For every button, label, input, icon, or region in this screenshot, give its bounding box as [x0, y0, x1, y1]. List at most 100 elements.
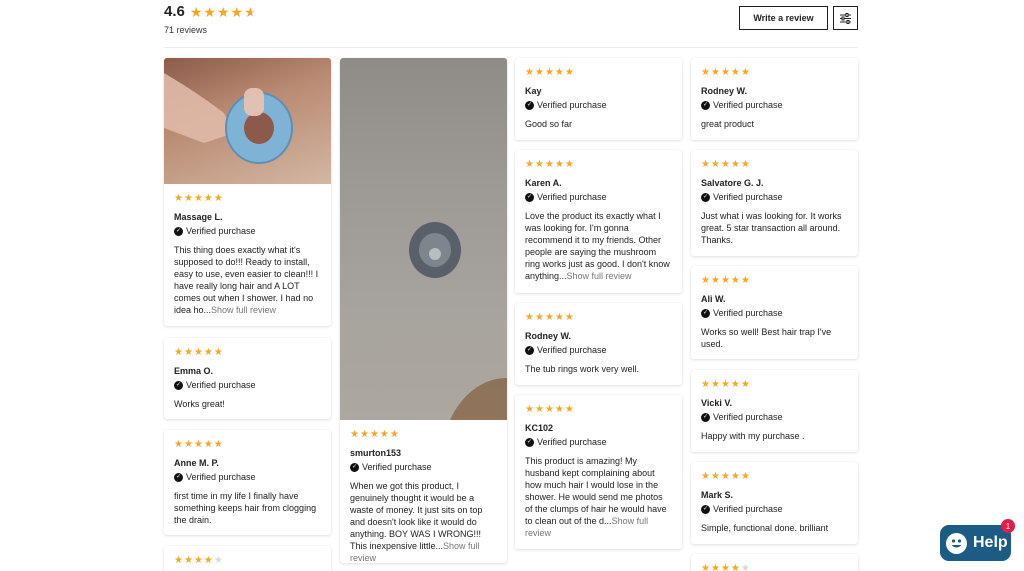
review-text: Works so well! Best hair trap I've used. — [701, 327, 832, 349]
review-text: Love the product its exactly what I was … — [525, 211, 670, 281]
verified-badge: ✓ Verified purchase — [701, 504, 783, 514]
review-stars: ★ ★ ★ ★ ★ — [701, 159, 750, 170]
reviewer-name: Emma O. — [174, 366, 214, 376]
check-icon: ✓ — [174, 380, 183, 390]
review-stars: ★ ★ ★ ★ ★ — [525, 404, 574, 415]
filter-button[interactable] — [833, 6, 858, 30]
reviewer-name: Kay — [525, 86, 542, 96]
review-stars: ★ ★ ★ ★ ★ — [174, 439, 223, 450]
reviewer-name: Salvatore G. J. — [701, 178, 764, 188]
review-stars: ★ ★ ★ ★ ★ — [350, 429, 399, 440]
verified-badge: ✓ Verified purchase — [350, 462, 432, 472]
review-text: When we got this product, I genuinely th… — [350, 481, 483, 563]
review-card[interactable]: ★ ★ ★ ★ ★ Vicki V. ✓ Verified purchase Happy … — [691, 370, 858, 452]
check-icon: ✓ — [174, 226, 183, 236]
check-icon: ✓ — [525, 437, 534, 447]
review-text: great product — [701, 119, 755, 129]
review-stars: ★ ★ ★ ★ ★ — [174, 193, 223, 204]
review-card[interactable]: ★ ★ ★ ★ ★ Karen A. ✓ Verified purchase Love t… — [515, 150, 682, 293]
rating-summary: 4.6 ★ ★ ★ ★ ★ 71 reviews — [164, 3, 257, 35]
sliders-icon — [840, 12, 851, 24]
reviewer-name: Ali W. — [701, 294, 726, 304]
review-card[interactable]: ★ ★ ★ ★ ★ Rodney W. ✓ Verified purchase The t… — [515, 303, 682, 385]
star-icon: ★ — [216, 3, 230, 20]
average-rating: 4.6 — [164, 3, 185, 20]
show-full-review-link[interactable]: Show full review — [211, 305, 276, 315]
show-full-review-link[interactable]: Show full review — [567, 271, 632, 281]
verified-badge: ✓ Verified purchase — [701, 192, 783, 202]
review-text: Just what i was looking for. It works gr… — [701, 211, 842, 245]
review-card[interactable]: ★ ★ ★ ★ ★ Mark S. ✓ Verified purchase Simple,… — [691, 462, 858, 544]
verified-badge: ✓ Verified purchase — [525, 345, 607, 355]
review-text: Good so far — [525, 119, 573, 129]
smiley-icon — [946, 532, 967, 554]
review-stars: ★ ★ ★ ★ ★ — [525, 312, 574, 323]
notification-badge: 1 — [1001, 519, 1015, 533]
reviewer-name: Anne M. P. — [174, 458, 219, 468]
reviewer-name: Rodney W. — [525, 331, 572, 341]
review-card[interactable]: ★ ★ ★ ★ ★ Kay ✓ Verified purchase Good so far — [515, 58, 682, 140]
review-text: Happy with my purchase . — [701, 431, 805, 441]
verified-badge: ✓ Verified purchase — [525, 437, 607, 447]
reviewer-name: Mark S. — [701, 490, 734, 500]
review-stars: ★ ★ ★ ★ ★ — [701, 67, 750, 78]
check-icon: ✓ — [525, 100, 534, 110]
star-icon: ★ — [230, 3, 244, 20]
verified-badge: ✓ Verified purchase — [701, 100, 783, 110]
check-icon: ✓ — [701, 100, 710, 110]
review-text: This thing does exactly what it's suppos… — [174, 245, 319, 315]
review-stars: ★ ★ ★ ★ ★ — [701, 471, 750, 482]
verified-badge: ✓ Verified purchase — [525, 192, 607, 202]
divider — [164, 47, 858, 48]
review-text: This product is amazing! My husband kept… — [525, 456, 667, 538]
reviewer-name: KC102 — [525, 423, 554, 433]
review-card[interactable]: ★ ★ ★ ★ ★ Massage L. ✓ Verified purchase Thi… — [164, 58, 331, 326]
verified-badge: ✓ Verified purchase — [174, 226, 256, 236]
review-stars: ★ ★ ★ ★ ★ — [525, 67, 574, 78]
check-icon: ✓ — [525, 345, 534, 355]
check-icon: ✓ — [701, 308, 710, 318]
review-card[interactable]: ★ ★ ★ ★ ★ Salvatore G. J. ✓ Verified purchase… — [691, 150, 858, 256]
review-text: Simple, functional done. brilliant — [701, 523, 829, 533]
reviewer-name: Massage L. — [174, 212, 223, 222]
review-card[interactable]: ★ ★ ★ ★ ★ Emma O. ✓ Verified purchase Works g… — [164, 338, 331, 419]
review-card[interactable]: ★ ★ ★ ★ ★ — [691, 554, 858, 571]
reviewer-name: Karen A. — [525, 178, 562, 188]
review-card[interactable]: ★ ★ ★ ★ ★ KC102 ✓ Verified purchase This prod… — [515, 395, 682, 549]
half-star-icon: ★ — [244, 3, 257, 20]
review-photo[interactable] — [164, 58, 331, 184]
verified-badge: ✓ Verified purchase — [174, 380, 256, 390]
verified-badge: ✓ Verified purchase — [701, 412, 783, 422]
check-icon: ✓ — [701, 412, 710, 422]
review-card[interactable]: ★ ★ ★ ★ ★ Ali W. ✓ Verified purchase Works so… — [691, 266, 858, 359]
help-label: Help — [973, 534, 1008, 551]
review-card[interactable]: ★ ★ ★ ★ ★ smurton153 ✓ Verified purchase When… — [340, 58, 507, 563]
star-icon: ★ — [189, 3, 203, 20]
review-stars: ★ ★ ★ ★ ★ — [701, 275, 750, 286]
check-icon: ✓ — [701, 504, 710, 514]
help-button[interactable]: Help — [940, 525, 1011, 561]
verified-badge: ✓ Verified purchase — [701, 308, 783, 318]
reviewer-name: Rodney W. — [701, 86, 748, 96]
star-icon: ★ — [203, 3, 216, 20]
review-card[interactable]: ★ ★ ★ ★ ★ — [164, 546, 331, 571]
review-text: The tub rings work very well. — [525, 364, 640, 374]
average-stars: ★ ★ ★ ★ ★ — [190, 5, 257, 19]
check-icon: ✓ — [701, 192, 710, 202]
check-icon: ✓ — [525, 192, 534, 202]
check-icon: ✓ — [350, 462, 359, 472]
check-icon: ✓ — [174, 472, 183, 482]
reviewer-name: Vicki V. — [701, 398, 733, 408]
review-card[interactable]: ★ ★ ★ ★ ★ Anne M. P. ✓ Verified purchase firs… — [164, 430, 331, 535]
write-review-button[interactable]: Write a review — [739, 6, 828, 30]
review-stars: ★ ★ ★ ★ ★ — [525, 159, 574, 170]
review-stars: ★ ★ ★ ★ ★ — [701, 563, 750, 571]
review-text: first time in my life I finally have som… — [174, 491, 317, 525]
verified-badge: ✓ Verified purchase — [174, 472, 256, 482]
review-text: Works great! — [174, 399, 225, 409]
review-stars: ★ ★ ★ ★ ★ — [174, 555, 223, 566]
review-stars: ★ ★ ★ ★ ★ — [174, 347, 223, 358]
review-photo[interactable] — [340, 58, 507, 420]
review-stars: ★ ★ ★ ★ ★ — [701, 379, 750, 390]
review-card[interactable]: ★ ★ ★ ★ ★ Rodney W. ✓ Verified purchase great… — [691, 58, 858, 140]
